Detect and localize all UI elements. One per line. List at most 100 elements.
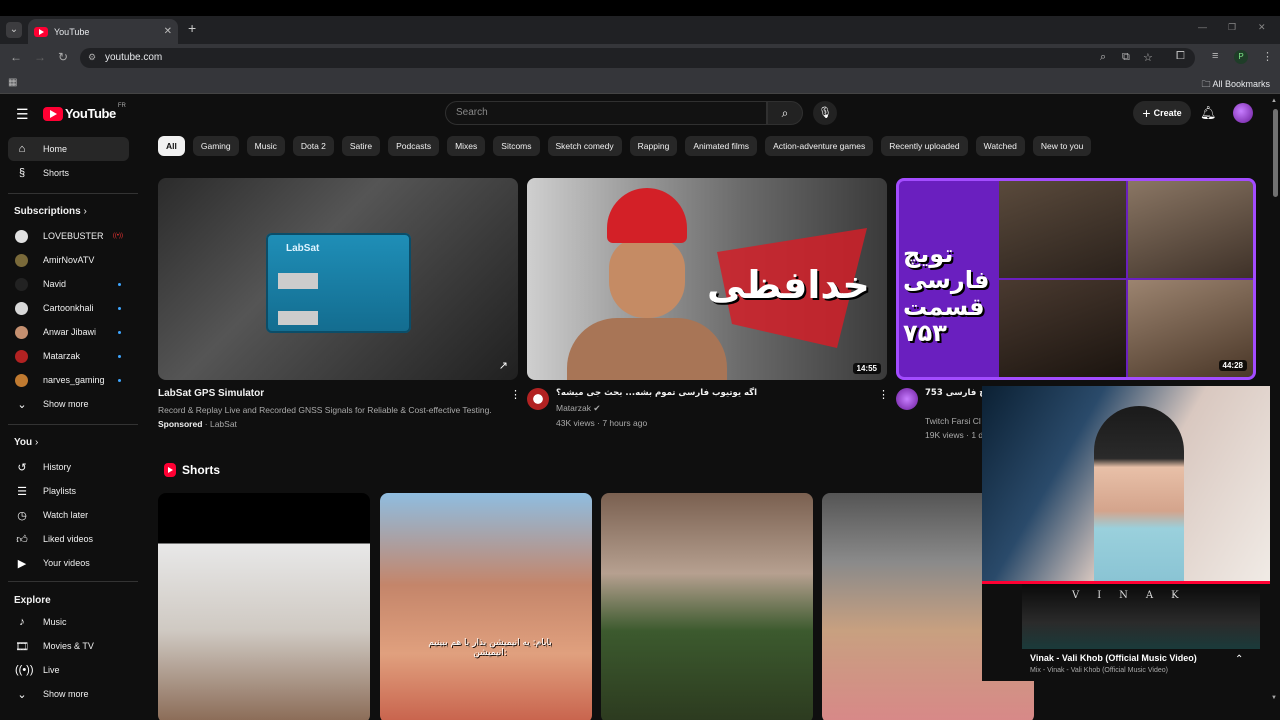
sidebar-item-subscription[interactable]: Matarzak	[8, 344, 129, 368]
sidebar-item-home[interactable]: ⌂ Home	[8, 137, 129, 161]
sidebar-item-playlists[interactable]: ☰ Playlists	[8, 479, 129, 503]
channel-avatar[interactable]	[896, 388, 918, 410]
miniplayer-title[interactable]: Vinak - Vali Khob (Official Music Video)	[1030, 653, 1197, 663]
scroll-up-icon[interactable]: ▲	[1271, 98, 1277, 104]
browser-tab[interactable]: YouTube ✕	[28, 19, 178, 44]
short-thumbnail[interactable]	[158, 493, 370, 720]
chip[interactable]: Gaming	[192, 136, 239, 156]
chevron-up-icon[interactable]: ⌃	[1235, 654, 1243, 665]
miniplayer[interactable]: VINAK Vinak - Vali Khob (Official Music …	[982, 386, 1280, 681]
sidebar-item-subscription[interactable]: Cartoonkhali	[8, 296, 129, 320]
zoom-icon[interactable]: ⌕	[1100, 51, 1106, 64]
chip[interactable]: Sitcoms	[493, 136, 540, 156]
back-icon[interactable]: ←	[10, 50, 22, 64]
film-icon: 🎞︎	[15, 640, 29, 653]
sidebar-item-history[interactable]: ↺ History	[8, 455, 129, 479]
page-scrollbar[interactable]: ▲ ▼	[1270, 95, 1280, 720]
bookmark-star-icon[interactable]: ☆	[1143, 51, 1153, 64]
notifications-bell-icon[interactable]: 🔔︎	[1200, 105, 1217, 121]
chip[interactable]: Dota 2	[292, 136, 334, 156]
you-heading[interactable]: You ›	[14, 437, 38, 448]
thumbnail-face	[609, 238, 685, 318]
bookmarks-bar: ▦ 🗀 All Bookmarks	[0, 72, 1280, 94]
apps-grid-icon[interactable]: ▦	[8, 77, 17, 88]
video-description: Record & Replay Live and Recorded GNSS S…	[158, 405, 492, 415]
external-link-icon[interactable]: ↗	[499, 359, 508, 372]
voice-search-button[interactable]: 🎙	[813, 101, 837, 125]
sidebar-item-shorts[interactable]: § Shorts	[8, 161, 129, 185]
sidebar-item-subscription[interactable]: Anwar Jibawi	[8, 320, 129, 344]
maximize-icon[interactable]: ❐	[1228, 22, 1236, 33]
sidebar-show-more[interactable]: ⌄ Show more	[8, 392, 129, 416]
tab-close-icon[interactable]: ✕	[164, 26, 172, 37]
cast-icon[interactable]: ⧉	[1122, 51, 1130, 64]
chip[interactable]: Music	[246, 136, 285, 156]
miniplayer-video[interactable]	[982, 386, 1280, 581]
chip[interactable]: Recently uploaded	[881, 136, 968, 156]
scrollbar-thumb[interactable]	[1273, 109, 1278, 197]
sidebar-item-movies-tv[interactable]: 🎞︎ Movies & TV	[8, 634, 129, 658]
video-thumbnail[interactable]: تویچ فارسی قسمت ۷۵۳ 44:28	[896, 178, 1256, 380]
new-tab-icon[interactable]: +	[188, 20, 196, 36]
account-avatar[interactable]	[1233, 103, 1253, 123]
sidebar-item-subscription[interactable]: narves_gaming	[8, 368, 129, 392]
video-thumbnail[interactable]: LabSat ↗	[158, 178, 518, 380]
channel-avatar[interactable]	[527, 388, 549, 410]
new-content-dot	[118, 306, 121, 310]
tab-search-dropdown-icon[interactable]: ⌄	[6, 22, 22, 38]
more-actions-icon[interactable]: ⋮	[878, 388, 889, 401]
subscriptions-heading[interactable]: Subscriptions ›	[14, 206, 87, 217]
omnibox[interactable]: ⚙ youtube.com ⌕ ⧉ ☆	[80, 48, 1195, 68]
chip[interactable]: Action-adventure games	[765, 136, 874, 156]
history-icon: ↺	[17, 461, 27, 474]
channel-name[interactable]: Twitch Farsi Cl	[925, 416, 985, 426]
chip[interactable]: All	[158, 136, 185, 156]
sidebar-item-your-videos[interactable]: ▶ Your videos	[8, 551, 129, 575]
create-button[interactable]: + Create	[1133, 101, 1191, 125]
sidebar-item-subscription[interactable]: LOVEBUSTER ((•))	[8, 224, 129, 248]
chip[interactable]: Satire	[341, 136, 381, 156]
video-title[interactable]: LabSat GPS Simulator	[158, 388, 518, 399]
site-info-icon[interactable]: ⚙	[88, 52, 96, 63]
reload-icon[interactable]: ↻	[58, 50, 68, 64]
more-actions-icon[interactable]: ⋮	[510, 388, 521, 401]
sidebar-item-subscription[interactable]: AmirNovATV	[8, 248, 129, 272]
video-title[interactable]: اگه یوتیوب فارسی تموم بشه... بحث جی میشه…	[556, 388, 866, 398]
search-input[interactable]	[456, 107, 756, 118]
sidebar-show-more[interactable]: ⌄ Show more	[8, 682, 129, 706]
chip[interactable]: Sketch comedy	[547, 136, 622, 156]
search-button[interactable]: ⌕	[767, 101, 803, 125]
chip[interactable]: Rapping	[629, 136, 678, 156]
sidebar-item-watch-later[interactable]: ◷ Watch later	[8, 503, 129, 527]
scroll-down-icon[interactable]: ▼	[1271, 695, 1277, 701]
chip[interactable]: Animated films	[685, 136, 758, 156]
address-bar: ← → ↻ ⚙ youtube.com ⌕ ⧉ ☆ ⧠ ≡ P ⋮	[0, 44, 1280, 72]
youtube-logo[interactable]: YouTube FR	[43, 103, 126, 121]
hamburger-menu-icon[interactable]: ☰	[16, 106, 29, 123]
media-controls-icon[interactable]: ≡	[1212, 50, 1218, 62]
sidebar-item-liked-videos[interactable]: 👍︎ Liked videos	[8, 527, 129, 551]
chip[interactable]: Podcasts	[388, 136, 440, 156]
forward-icon[interactable]: →	[34, 50, 46, 64]
video-title[interactable]: توییچ فارسی 753	[925, 388, 985, 398]
minimize-icon[interactable]: —	[1198, 22, 1207, 32]
subscriptions-heading-label: Subscriptions	[14, 206, 81, 217]
channel-avatar	[15, 301, 28, 315]
extensions-icon[interactable]: ⧠	[1176, 50, 1185, 63]
video-thumbnail[interactable]: خدافظی 14:55	[527, 178, 887, 380]
short-thumbnail[interactable]	[601, 493, 813, 720]
sidebar-item-subscription[interactable]: Navid	[8, 272, 129, 296]
browser-menu-icon[interactable]: ⋮	[1262, 50, 1273, 63]
youtube-play-icon	[43, 106, 63, 121]
close-window-icon[interactable]: ✕	[1258, 22, 1266, 33]
profile-avatar[interactable]: P	[1234, 50, 1248, 64]
chip[interactable]: Watched	[975, 136, 1025, 156]
channel-name[interactable]: Matarzak	[556, 403, 591, 413]
sidebar-item-music[interactable]: ♪ Music	[8, 610, 129, 634]
sidebar-item-live[interactable]: ((•)) Live	[8, 658, 129, 682]
chip[interactable]: Mixes	[447, 136, 486, 156]
all-bookmarks[interactable]: 🗀 All Bookmarks	[1201, 77, 1270, 93]
chip[interactable]: New to you	[1032, 136, 1092, 156]
short-thumbnail[interactable]: بابام: یه انیمیشن بذار با هم ببینیم انیم…	[380, 493, 592, 720]
channel-name[interactable]: LabSat	[210, 419, 237, 429]
